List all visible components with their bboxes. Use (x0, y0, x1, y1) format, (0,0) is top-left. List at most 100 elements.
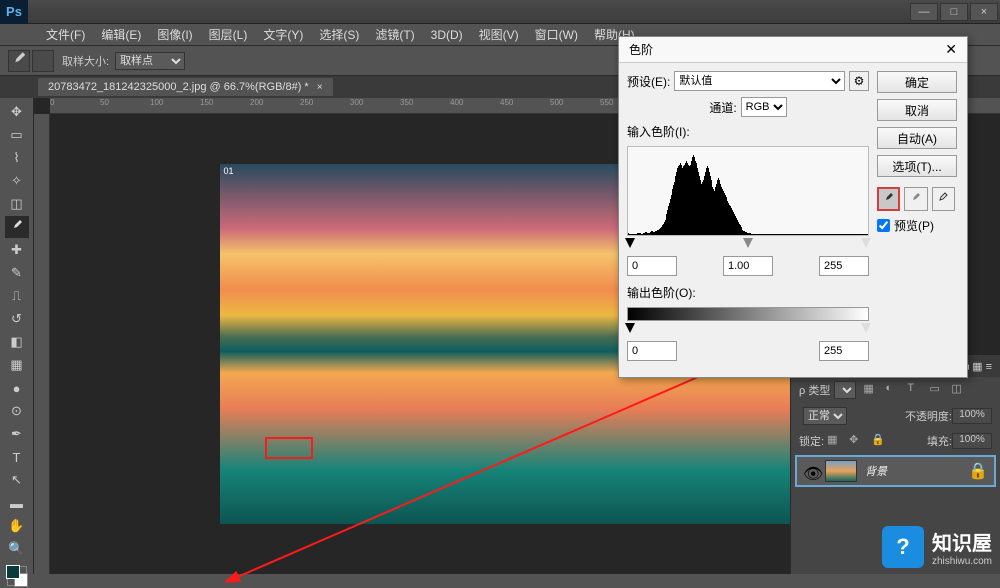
hand-tool[interactable]: ✋ (5, 515, 29, 537)
black-point-slider[interactable] (625, 238, 635, 248)
input-white-field[interactable] (819, 256, 869, 276)
input-black-field[interactable] (627, 256, 677, 276)
document-tab-label: 20783472_181242325000_2.jpg @ 66.7%(RGB/… (48, 81, 309, 93)
healing-tool[interactable]: ✚ (5, 239, 29, 261)
lasso-tool[interactable]: ⌇ (5, 147, 29, 169)
sample-size-label: 取样大小: (62, 53, 109, 69)
path-tool[interactable]: ↖ (5, 469, 29, 491)
type-tool[interactable]: T (5, 446, 29, 468)
gray-eyedropper-icon[interactable] (904, 187, 927, 211)
filter-type-icon[interactable]: T (907, 382, 923, 398)
output-gradient (627, 307, 869, 321)
lock-pixels-icon[interactable]: ▦ (827, 433, 843, 449)
menu-图像(I)[interactable]: 图像(I) (149, 26, 200, 43)
lock-label: 锁定: (799, 433, 824, 449)
fill-value[interactable]: 100% (952, 433, 992, 449)
filter-smart-icon[interactable]: ◫ (951, 382, 967, 398)
options-button[interactable]: 选项(T)... (877, 155, 957, 177)
preset-menu-icon[interactable]: ⚙ (849, 71, 869, 91)
menu-文件(F)[interactable]: 文件(F) (38, 26, 93, 43)
shape-tool[interactable]: ▬ (5, 492, 29, 514)
blend-mode-select[interactable]: 正常 (803, 407, 847, 425)
close-button[interactable]: × (970, 3, 998, 21)
preview-label: 预览(P) (894, 217, 934, 234)
preset-select[interactable]: 默认值 (674, 71, 845, 91)
filter-kind-label: ρ 类型 (799, 382, 830, 398)
gradient-tool[interactable]: ▦ (5, 354, 29, 376)
menu-选择(S)[interactable]: 选择(S) (311, 26, 367, 43)
output-white-field[interactable] (819, 341, 869, 361)
close-tab-icon[interactable]: × (317, 82, 323, 93)
output-black-field[interactable] (627, 341, 677, 361)
out-black-slider[interactable] (625, 323, 635, 333)
brush-tool[interactable]: ✎ (5, 262, 29, 284)
opacity-value[interactable]: 100% (952, 408, 992, 424)
menu-滤镜(T)[interactable]: 滤镜(T) (367, 26, 422, 43)
ruler-vertical (34, 114, 50, 574)
dialog-title: 色阶 (629, 41, 653, 58)
watermark-brand: 知识屋 (932, 527, 992, 556)
dialog-titlebar[interactable]: 色阶 ✕ (619, 37, 967, 63)
option-dropdown-icon[interactable] (32, 50, 54, 72)
stamp-tool[interactable]: ⎍ (5, 285, 29, 307)
eraser-tool[interactable]: ◧ (5, 331, 29, 353)
menu-视图(V)[interactable]: 视图(V) (471, 26, 527, 43)
input-sliders[interactable] (627, 238, 869, 252)
menu-3D(D)[interactable]: 3D(D) (423, 28, 471, 42)
lock-all-icon[interactable]: 🔒 (871, 433, 887, 449)
annotation-marker (265, 437, 313, 459)
filter-kind-select[interactable] (834, 381, 856, 399)
black-eyedropper-icon[interactable] (877, 187, 900, 211)
maximize-button[interactable]: □ (940, 3, 968, 21)
lock-position-icon[interactable]: ✥ (849, 433, 865, 449)
preview-checkbox[interactable] (877, 219, 890, 232)
dodge-tool[interactable]: ⊙ (5, 400, 29, 422)
white-point-slider[interactable] (861, 238, 871, 248)
filter-pixel-icon[interactable]: ▦ (863, 382, 879, 398)
out-white-slider[interactable] (861, 323, 871, 333)
minimize-button[interactable]: — (910, 3, 938, 21)
wand-tool[interactable]: ✧ (5, 170, 29, 192)
input-gamma-field[interactable] (723, 256, 773, 276)
layer-thumbnail (825, 460, 857, 482)
blur-tool[interactable]: ● (5, 377, 29, 399)
history-brush-tool[interactable]: ↺ (5, 308, 29, 330)
gamma-slider[interactable] (743, 238, 753, 248)
color-swatches[interactable] (7, 566, 27, 586)
marquee-tool[interactable]: ▭ (5, 124, 29, 146)
menu-图层(L)[interactable]: 图层(L) (201, 26, 256, 43)
output-sliders[interactable] (627, 323, 869, 337)
input-levels-label: 输入色阶(I): (627, 123, 690, 140)
zoom-tool[interactable]: 🔍 (5, 538, 29, 560)
menu-文字(Y)[interactable]: 文字(Y) (255, 26, 311, 43)
cancel-button[interactable]: 取消 (877, 99, 957, 121)
watermark-url: zhishiwu.com (932, 556, 992, 567)
move-tool[interactable]: ✥ (5, 101, 29, 123)
crop-tool[interactable]: ◫ (5, 193, 29, 215)
pen-tool[interactable]: ✒ (5, 423, 29, 445)
tools-panel: ✥ ▭ ⌇ ✧ ◫ ✚ ✎ ⎍ ↺ ◧ ▦ ● ⊙ ✒ T ↖ ▬ ✋ 🔍 (0, 98, 34, 574)
visibility-icon[interactable]: 👁 (803, 464, 817, 478)
filter-adjust-icon[interactable]: ◐ (885, 382, 901, 398)
auto-button[interactable]: 自动(A) (877, 127, 957, 149)
watermark: ? 知识屋 zhishiwu.com (882, 526, 992, 568)
dialog-close-icon[interactable]: ✕ (945, 41, 957, 58)
output-levels-label: 输出色阶(O): (627, 284, 696, 301)
layer-background[interactable]: 👁 背景 🔒 (795, 455, 996, 487)
sample-size-select[interactable]: 取样点 (115, 52, 185, 70)
eyedropper-tool-icon[interactable] (8, 50, 30, 72)
document-tab[interactable]: 20783472_181242325000_2.jpg @ 66.7%(RGB/… (38, 78, 333, 96)
ps-logo: Ps (0, 0, 28, 24)
menu-编辑(E)[interactable]: 编辑(E) (93, 26, 149, 43)
filter-shape-icon[interactable]: ▭ (929, 382, 945, 398)
preset-label: 预设(E): (627, 73, 670, 90)
watermark-icon: ? (882, 526, 924, 568)
ok-button[interactable]: 确定 (877, 71, 957, 93)
channel-select[interactable]: RGB (741, 97, 787, 117)
eyedropper-tool[interactable] (5, 216, 29, 238)
white-eyedropper-icon[interactable] (932, 187, 955, 211)
lock-icon: 🔒 (968, 461, 988, 481)
titlebar: Ps — □ × (0, 0, 1000, 24)
menu-窗口(W)[interactable]: 窗口(W) (527, 26, 586, 43)
image-badge: 01 (224, 166, 234, 176)
